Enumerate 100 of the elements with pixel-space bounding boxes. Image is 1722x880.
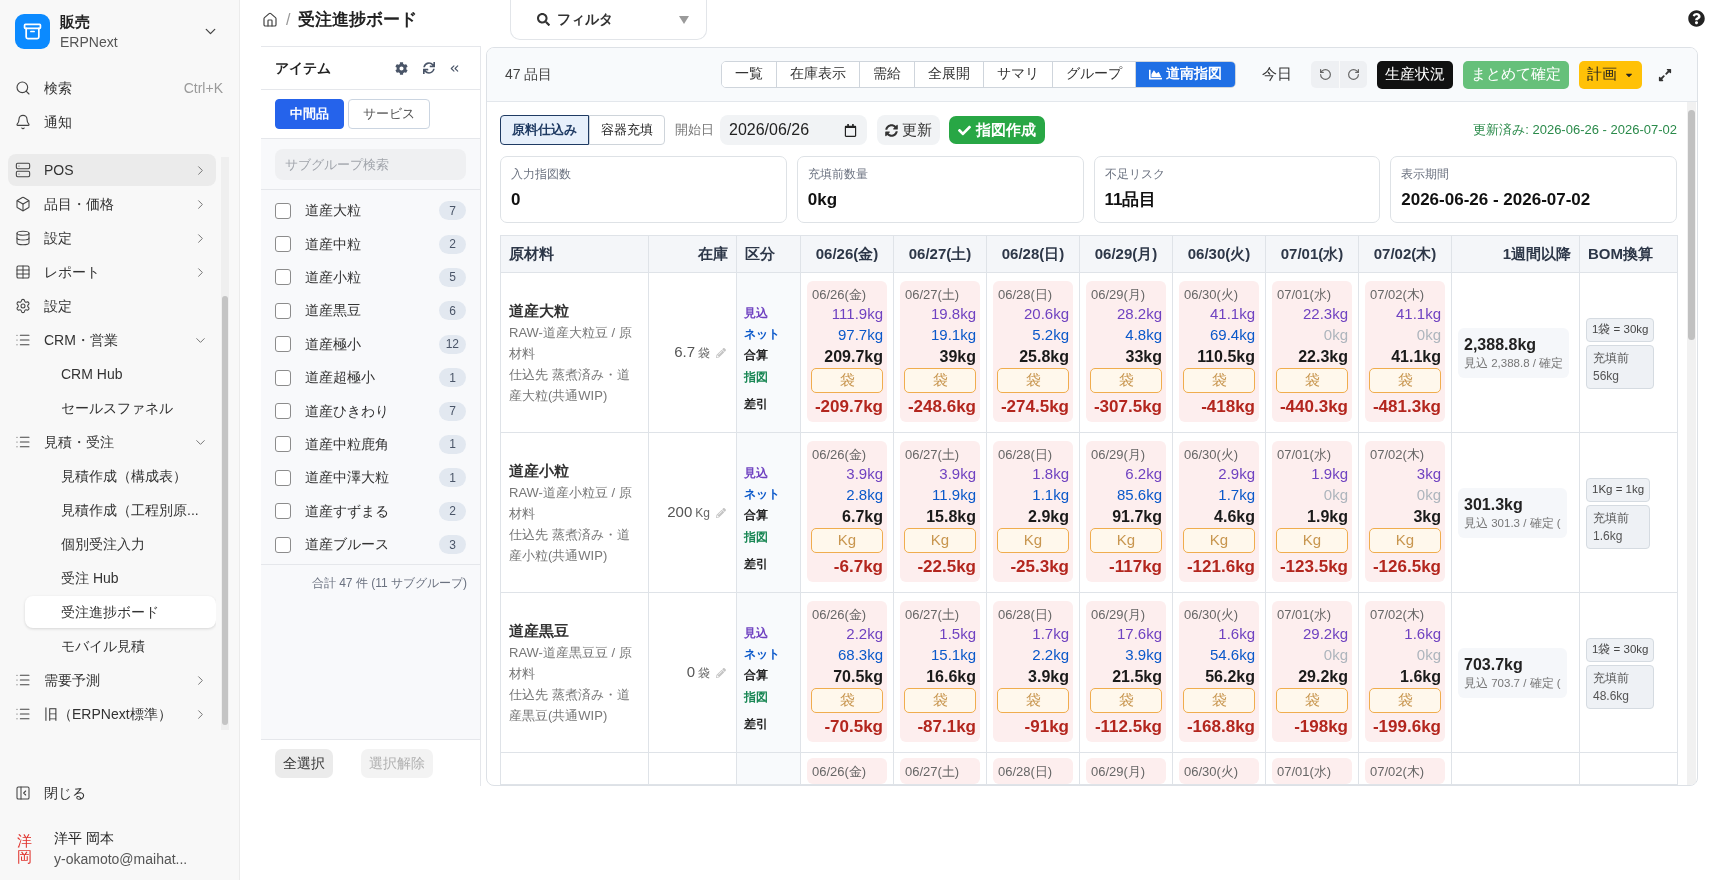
prefill-amount: 1.6kg (1593, 527, 1623, 545)
net-value: 15.1kg (930, 645, 976, 666)
home-icon[interactable] (262, 12, 278, 28)
day-label: 07/02(木) (1370, 763, 1425, 781)
nav-subitem[interactable]: 受注進捗ボード (25, 596, 216, 628)
subgroup-label[interactable]: 道産すずまる (305, 500, 389, 522)
count-badge: 1 (439, 434, 466, 454)
checkbox[interactable] (275, 503, 291, 520)
checkbox[interactable] (275, 369, 291, 386)
collapse-button[interactable]: 閉じる (8, 776, 231, 810)
date-field[interactable]: 2026/06/26 (720, 115, 867, 145)
checkbox[interactable] (275, 269, 291, 286)
redo-button[interactable] (1339, 61, 1367, 88)
checkbox[interactable] (275, 302, 291, 319)
checkbox[interactable] (275, 436, 291, 453)
nav-subitem[interactable]: 見積作成（工程別原... (25, 494, 216, 526)
checkbox[interactable] (275, 536, 291, 553)
nav-item[interactable]: レポート (8, 256, 216, 288)
today-button[interactable]: 今日 (1262, 63, 1292, 86)
subgroup-label[interactable]: 道産超極小 (305, 367, 375, 389)
bell-icon (15, 114, 31, 130)
refresh-icon[interactable] (423, 62, 435, 74)
stock-quantity: 200 (667, 502, 693, 523)
scrollbar-thumb[interactable] (1688, 110, 1695, 340)
subgroup-label[interactable]: 道産ブルース (305, 534, 389, 556)
net-value: 19.1kg (930, 325, 976, 346)
list-icon (15, 434, 31, 450)
nav-subitem[interactable]: 見積作成（構成表） (25, 460, 216, 492)
scrollbar[interactable] (1687, 102, 1696, 785)
view-tab[interactable]: 需給 (859, 62, 914, 87)
checkbox[interactable] (275, 469, 291, 486)
subgroup-label[interactable]: 道産黒豆 (305, 300, 361, 322)
day-label: 06/28(日) (998, 286, 1053, 304)
shortage-value: -209.7kg (814, 396, 883, 419)
shortage-value: -25.3kg (1010, 556, 1069, 579)
shortage-value: -91kg (1024, 716, 1069, 739)
subgroup-label[interactable]: 道産極小 (305, 333, 361, 355)
checkbox[interactable] (275, 202, 291, 219)
checkbox[interactable] (275, 336, 291, 353)
count-badge: 2 (439, 234, 466, 254)
view-tab[interactable]: 全展開 (914, 62, 983, 87)
nav-item[interactable]: CRM・営業 (8, 324, 216, 356)
view-tab[interactable]: 在庫表示 (776, 62, 859, 87)
settings-icon[interactable] (395, 61, 408, 75)
pencil-icon[interactable] (716, 507, 726, 518)
stat-label: 表示期間 (1401, 166, 1450, 183)
selection-button[interactable]: 全選択 (275, 748, 333, 778)
nav-item[interactable]: 設定 (8, 222, 216, 254)
filter-button[interactable]: フィルタ (510, 0, 707, 40)
nav-subitem[interactable]: モバイル見積 (25, 630, 216, 662)
nav-item[interactable]: POS (8, 154, 216, 186)
nav-item[interactable]: 品目・価格 (8, 188, 216, 220)
search-field[interactable]: サブグループ検索 (275, 148, 466, 180)
forecast-value: 1.9kg (1311, 464, 1348, 485)
subgroup-label[interactable]: 道産中澤大粒 (305, 467, 389, 489)
view-tab[interactable]: グループ (1052, 62, 1135, 87)
subgroup-label[interactable]: 道産中粒 (305, 233, 361, 255)
action-button[interactable]: 生産状況 (1377, 60, 1453, 89)
total-value: 21.5kg (1112, 667, 1162, 687)
subgroup-label[interactable]: 道産大粒 (305, 200, 361, 222)
scrollbar[interactable] (221, 157, 229, 730)
day-label: 06/30(火) (1184, 286, 1239, 304)
view-tab[interactable]: 一覧 (722, 62, 776, 87)
nav-item[interactable]: 見積・受注 (8, 426, 216, 458)
view-tab[interactable]: 道南指図 (1135, 62, 1235, 87)
nav-item[interactable]: 設定 (8, 290, 216, 322)
mode-tab[interactable]: 原料仕込み (500, 115, 589, 145)
undo-button[interactable] (1311, 61, 1339, 88)
shortage-value: -112.5kg (1094, 716, 1162, 739)
net-value: 0kg (1416, 645, 1441, 666)
search-button[interactable]: 検索 Ctrl+K (8, 71, 231, 105)
help-icon[interactable] (1688, 10, 1705, 27)
expand-icon[interactable] (1658, 67, 1672, 82)
forecast-value: 17.6kg (1116, 624, 1162, 645)
subgroup-label[interactable]: 道産中粒鹿角 (305, 433, 389, 455)
nav-subitem[interactable]: 受注 Hub (25, 562, 216, 594)
view-tab[interactable]: サマリ (983, 62, 1052, 87)
app-title: 販売 (60, 11, 90, 32)
nav-subitem[interactable]: 個別受注入力 (25, 528, 216, 560)
net-value: 54.6kg (1209, 645, 1255, 666)
nav-subitem[interactable]: CRM Hub (25, 358, 216, 390)
mode-tab[interactable]: 容器充填 (589, 115, 665, 145)
type-tab[interactable]: 中間品 (275, 99, 344, 129)
pencil-icon[interactable] (716, 347, 726, 358)
pencil-icon[interactable] (716, 667, 726, 678)
subgroup-label[interactable]: 道産ひきわり (305, 400, 389, 422)
checkbox[interactable] (275, 236, 291, 253)
refresh-button[interactable]: 更新 (877, 115, 940, 145)
type-tab[interactable]: サービス (348, 99, 430, 129)
action-button[interactable]: 計画 (1579, 60, 1642, 89)
nav-item[interactable]: 旧（ERPNext標準） (8, 698, 216, 730)
notifications-button[interactable]: 通知 (8, 105, 231, 139)
checkbox[interactable] (275, 403, 291, 420)
nav-item[interactable]: 需要予測 (8, 664, 216, 696)
subgroup-label[interactable]: 道産小粒 (305, 266, 361, 288)
nav-subitem[interactable]: セールスファネル (25, 392, 216, 424)
table-icon (15, 264, 31, 280)
scrollbar-thumb[interactable] (222, 296, 228, 725)
app-logo-icon[interactable] (15, 13, 50, 49)
user-avatar[interactable]: 洋岡 (17, 832, 32, 866)
